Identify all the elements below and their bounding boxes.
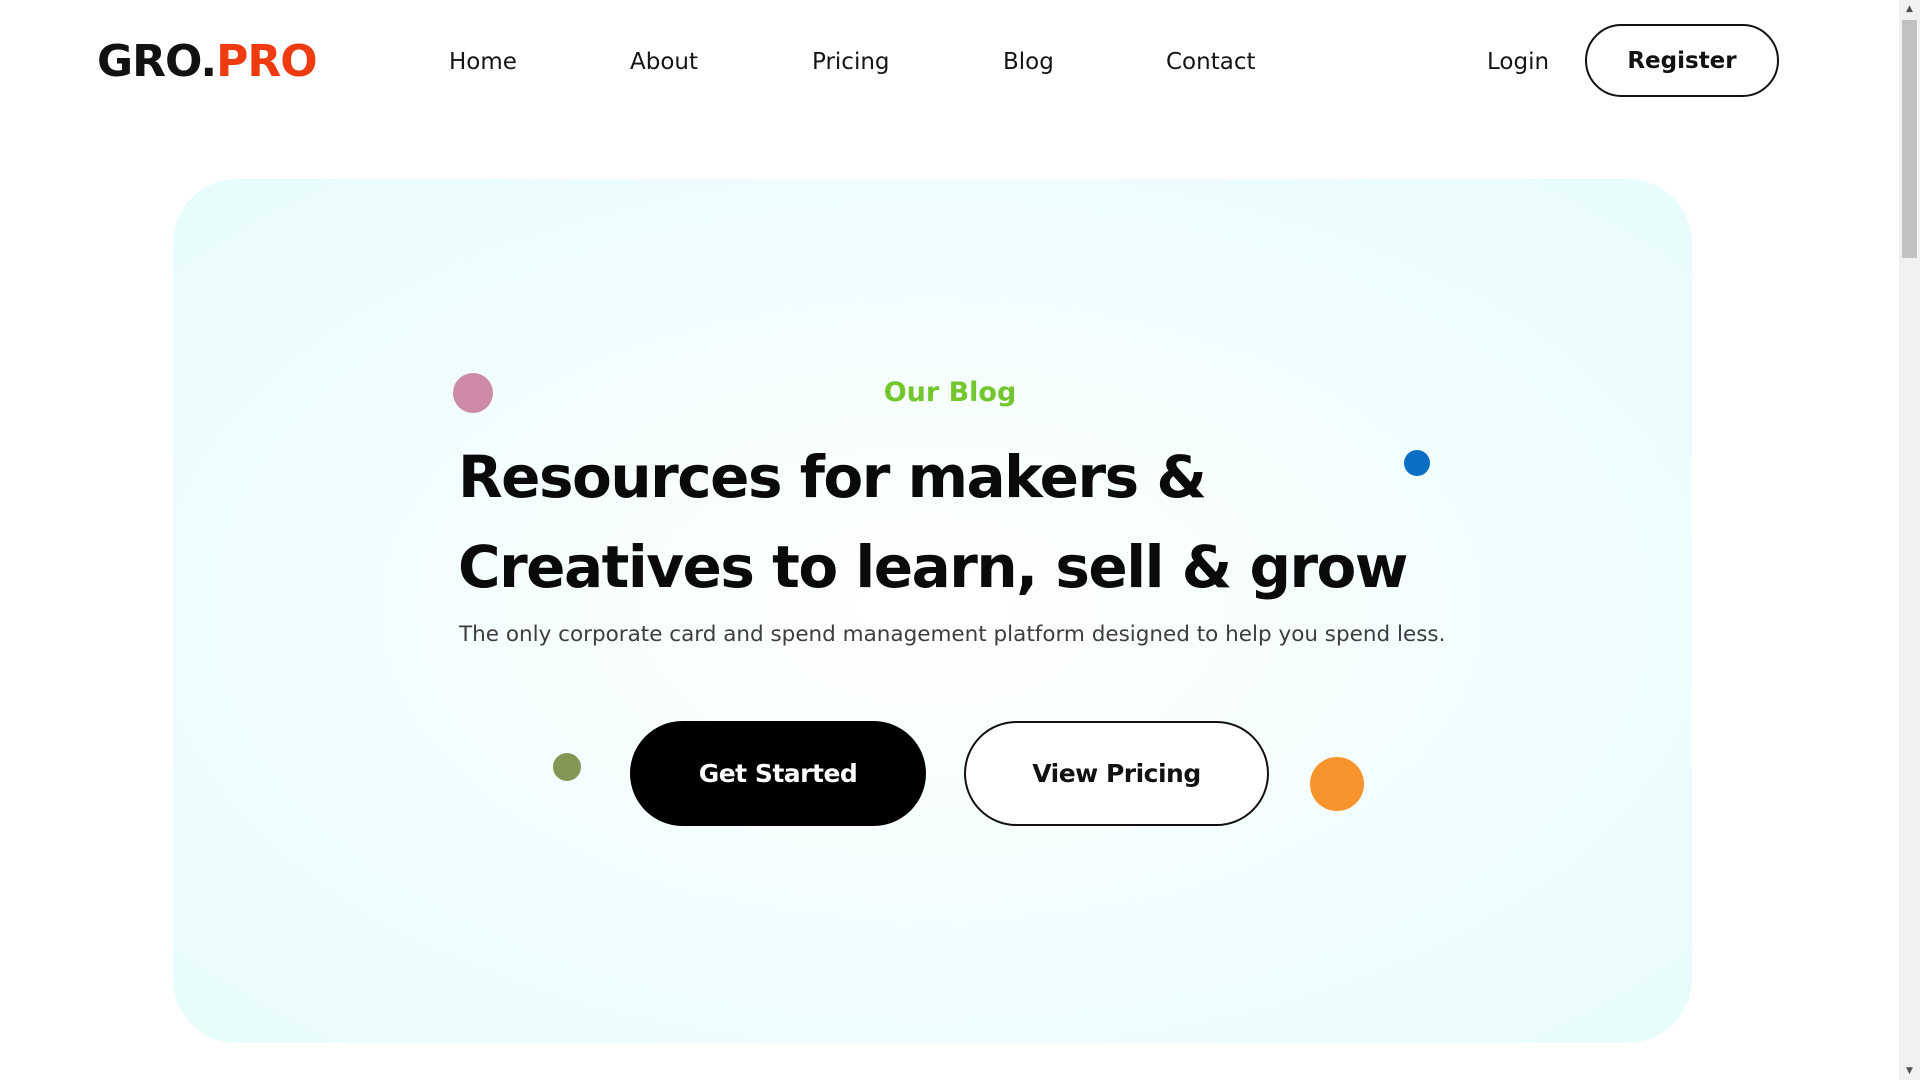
brand-logo-part1: GRO. xyxy=(97,36,217,87)
nav-link-blog[interactable]: Blog xyxy=(1003,48,1054,76)
nav-link-pricing[interactable]: Pricing xyxy=(812,48,890,76)
login-link[interactable]: Login xyxy=(1487,48,1549,76)
get-started-button[interactable]: Get Started xyxy=(630,721,926,826)
hero-headline: Resources for makers & Creatives to lear… xyxy=(458,432,1458,612)
triangle-down-icon[interactable]: ▼ xyxy=(1899,1062,1920,1080)
nav-link-about[interactable]: About xyxy=(630,48,698,76)
brand-logo[interactable]: GRO.PRO xyxy=(97,36,318,87)
decorative-dot-olive xyxy=(553,753,581,781)
hero-headline-line1: Resources for makers & xyxy=(458,443,1207,511)
scrollbar-thumb[interactable] xyxy=(1902,20,1917,258)
hero-eyebrow: Our Blog xyxy=(883,377,1017,408)
hero-subtitle: The only corporate card and spend manage… xyxy=(459,622,1446,647)
triangle-up-icon[interactable]: ▲ xyxy=(1899,0,1920,18)
nav-link-home[interactable]: Home xyxy=(449,48,517,76)
decorative-dot-orange xyxy=(1310,757,1364,811)
brand-logo-part2: PRO xyxy=(216,36,318,87)
hero-headline-line2: Creatives to learn, sell & grow xyxy=(458,533,1409,601)
view-pricing-button[interactable]: View Pricing xyxy=(964,721,1269,826)
register-button[interactable]: Register xyxy=(1585,24,1779,97)
nav-link-contact[interactable]: Contact xyxy=(1166,48,1255,76)
